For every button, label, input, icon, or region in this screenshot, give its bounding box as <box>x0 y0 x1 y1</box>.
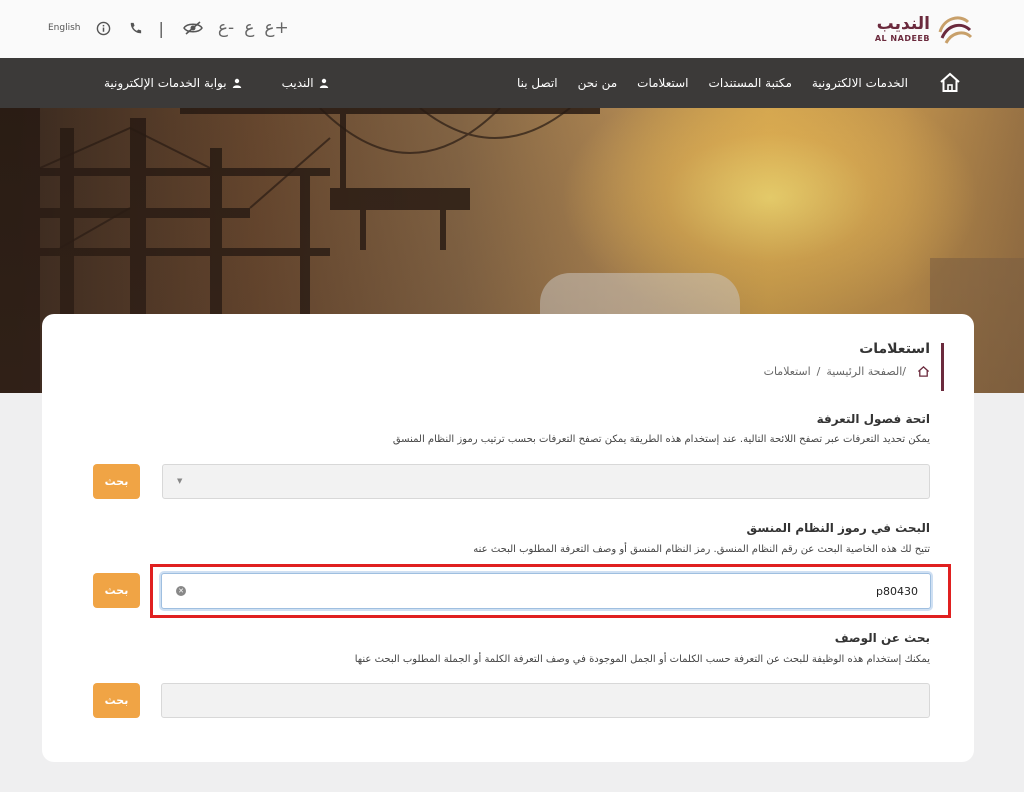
page-title: استعلامات <box>859 341 930 357</box>
breadcrumb-separator: / <box>902 365 906 378</box>
description-search-heading: بحث عن الوصف <box>834 631 930 645</box>
user-name: النديب <box>281 76 314 90</box>
font-increase-button[interactable]: ع+ <box>264 18 288 38</box>
hs-code-search-button[interactable]: بحث <box>93 573 140 608</box>
logo-text-ar: النديب <box>876 14 930 34</box>
eportal-label: بوابة الخدمات الإلكترونية <box>104 76 227 90</box>
nav-menu: الخدمات الالكترونية مكتبة المستندات استع… <box>507 58 918 108</box>
inquiries-card: استعلامات / الصفحة الرئيسية / استعلامات … <box>42 314 974 762</box>
description-search-description: يمكنك إستخدام هذه الوظيفة للبحث عن التعر… <box>354 654 930 665</box>
hs-code-heading: البحث في رموز النظام المنسق <box>746 521 930 535</box>
top-tools: English | ع- ع ع+ <box>48 16 299 40</box>
user-menu[interactable]: النديب <box>282 76 329 90</box>
nav-user-area: النديب بوابة الخدمات الإلكترونية <box>64 58 329 108</box>
separator: | <box>158 18 164 38</box>
nav-item-eservices[interactable]: الخدمات الالكترونية <box>802 76 918 90</box>
chapters-description: يمكن تحديد التعرفات عبر تصفح اللائحة الت… <box>392 434 930 445</box>
phone-icon[interactable] <box>127 19 145 37</box>
breadcrumb-separator: / <box>816 365 821 378</box>
home-icon[interactable] <box>938 71 962 95</box>
chapters-select[interactable]: ▼ <box>162 464 930 499</box>
top-bar: النديب AL NADEEB English | ع- ع ع+ <box>0 0 1024 58</box>
font-decrease-button[interactable]: ع- <box>218 18 234 38</box>
nav-item-documents[interactable]: مكتبة المستندات <box>699 76 802 90</box>
description-search-button[interactable]: بحث <box>93 683 140 718</box>
logo-text-en: AL NADEEB <box>874 34 930 43</box>
accessibility-eye-icon[interactable] <box>182 19 204 37</box>
logo[interactable]: النديب AL NADEEB <box>874 12 974 46</box>
hs-code-description: تتيح لك هذه الخاصية البحث عن رقم النظام … <box>473 544 930 555</box>
nav-item-about[interactable]: من نحن <box>568 76 628 90</box>
nav-item-inquiries[interactable]: استعلامات <box>627 76 698 90</box>
chapters-heading: اتحة فصول التعرفة <box>816 412 930 426</box>
breadcrumb-home[interactable]: الصفحة الرئيسية <box>826 365 902 378</box>
main-nav: الخدمات الالكترونية مكتبة المستندات استع… <box>0 58 1024 108</box>
home-icon[interactable] <box>917 365 930 378</box>
language-link[interactable]: English <box>48 23 81 33</box>
eportal-link[interactable]: بوابة الخدمات الإلكترونية <box>104 76 242 90</box>
chapters-search-button[interactable]: بحث <box>93 464 140 499</box>
nav-item-contact[interactable]: اتصل بنا <box>507 76 568 90</box>
font-normal-button[interactable]: ع <box>244 18 254 38</box>
info-icon[interactable] <box>95 19 113 37</box>
chevron-down-icon: ▼ <box>177 477 183 485</box>
breadcrumb-current: استعلامات <box>763 365 811 378</box>
hs-code-field: ✕ <box>161 573 931 609</box>
breadcrumb: / الصفحة الرئيسية / استعلامات <box>764 365 930 378</box>
description-search-input[interactable] <box>161 683 930 718</box>
hs-code-input[interactable] <box>198 579 918 603</box>
user-icon <box>319 78 328 88</box>
user-icon <box>232 78 241 88</box>
logo-mark-icon <box>938 16 973 44</box>
title-accent-bar <box>941 343 944 391</box>
clear-icon[interactable]: ✕ <box>176 586 186 596</box>
